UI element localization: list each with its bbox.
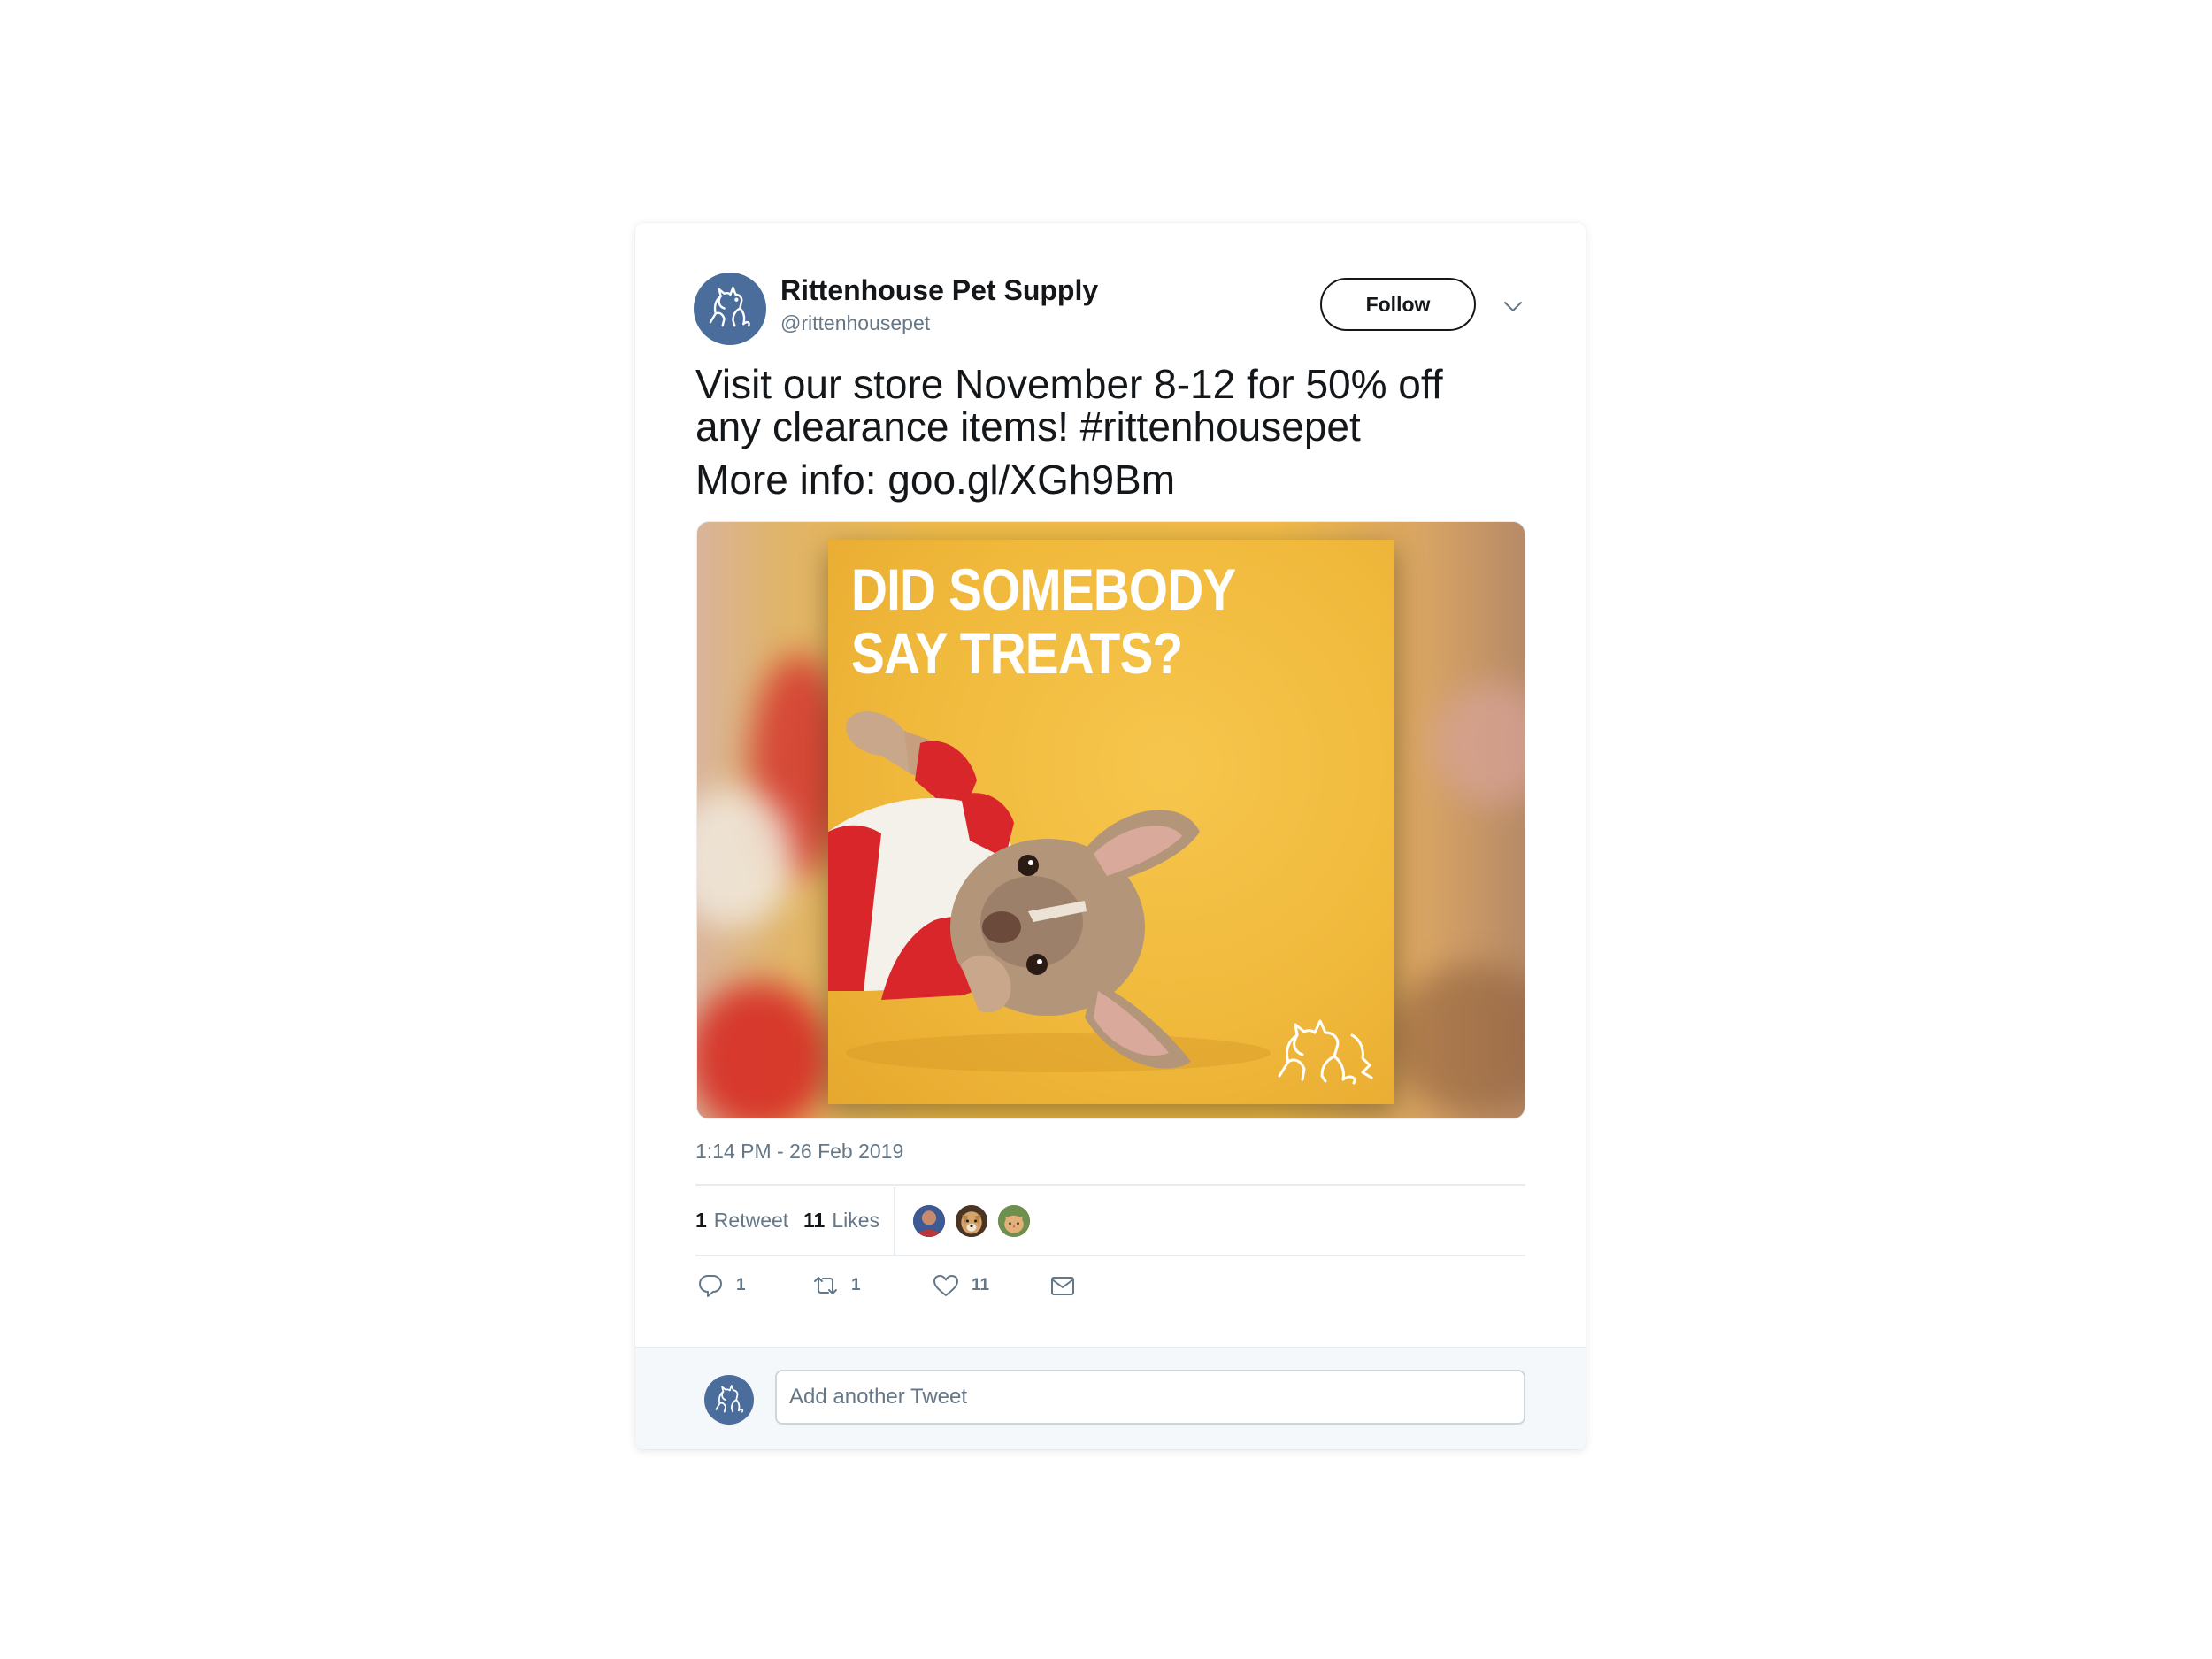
author-avatar[interactable] — [694, 273, 766, 345]
reply-button[interactable]: 1 — [697, 1272, 746, 1299]
reply-input[interactable] — [775, 1370, 1525, 1425]
like-count: 11 — [972, 1276, 990, 1294]
tweet-card: Rittenhouse Pet Supply @rittenhousepet F… — [635, 223, 1586, 1449]
likes-count: 11 — [803, 1209, 826, 1232]
retweets-stat[interactable]: 1 Retweet — [695, 1209, 788, 1233]
likes-stat[interactable]: 11 Likes — [803, 1209, 879, 1233]
poster-headline: DID SOMEBODY SAY TREATS? — [851, 557, 1278, 685]
dog-avatar-icon — [956, 1205, 987, 1237]
direct-message-button[interactable] — [1049, 1272, 1076, 1299]
divider — [695, 1184, 1525, 1186]
person-avatar-icon — [913, 1205, 945, 1237]
chevron-down-icon[interactable] — [1501, 294, 1525, 319]
tweet-text-line: any clearance items! #rittenhousepet — [695, 403, 1361, 449]
promo-poster: DID SOMEBODY SAY TREATS? — [828, 540, 1394, 1104]
retweets-count: 1 — [695, 1209, 707, 1232]
french-bulldog-illustration — [828, 711, 1271, 1072]
envelope-icon — [1051, 1277, 1074, 1295]
heart-icon — [933, 1275, 958, 1296]
dog-cat-logo-icon — [1278, 1019, 1373, 1085]
tweet-more-info: More info: goo.gl/XGh9Bm — [695, 457, 1176, 503]
background-blur — [697, 982, 830, 1118]
reply-icon — [699, 1275, 722, 1297]
likes-label: Likes — [832, 1209, 880, 1232]
author-name[interactable]: Rittenhouse Pet Supply — [780, 274, 1098, 307]
liker-avatar-person[interactable] — [911, 1203, 947, 1239]
user-avatar[interactable] — [704, 1375, 754, 1425]
dog-cat-logo-icon — [710, 287, 751, 327]
author-handle[interactable]: @rittenhousepet — [780, 311, 930, 335]
retweet-count: 1 — [851, 1276, 861, 1294]
background-blur — [1387, 964, 1525, 1115]
liker-avatar-dog[interactable] — [954, 1203, 989, 1239]
reply-count: 1 — [736, 1276, 746, 1294]
retweet-button[interactable]: 1 — [812, 1272, 861, 1299]
retweet-icon — [814, 1277, 837, 1294]
liker-avatar-cat[interactable] — [996, 1203, 1032, 1239]
tweet-text: Visit our store November 8-12 for 50% of… — [695, 363, 1545, 501]
retweets-label: Retweet — [713, 1209, 789, 1232]
tweet-text-line: Visit our store November 8-12 for 50% of… — [695, 361, 1443, 407]
tweet-media[interactable]: DID SOMEBODY SAY TREATS? — [696, 521, 1525, 1119]
tweet-timestamp[interactable]: 1:14 PM - 26 Feb 2019 — [695, 1140, 903, 1164]
divider — [695, 1255, 1525, 1256]
follow-button[interactable]: Follow — [1320, 278, 1476, 331]
stats-separator — [894, 1187, 895, 1255]
background-blur — [1432, 681, 1525, 805]
reply-bar — [635, 1347, 1586, 1449]
like-button[interactable]: 11 — [933, 1272, 989, 1299]
dog-cat-logo-icon — [715, 1385, 743, 1413]
poster-headline-line: DID SOMEBODY — [851, 557, 1236, 622]
cat-avatar-icon — [998, 1205, 1030, 1237]
poster-headline-line: SAY TREATS? — [851, 620, 1183, 686]
